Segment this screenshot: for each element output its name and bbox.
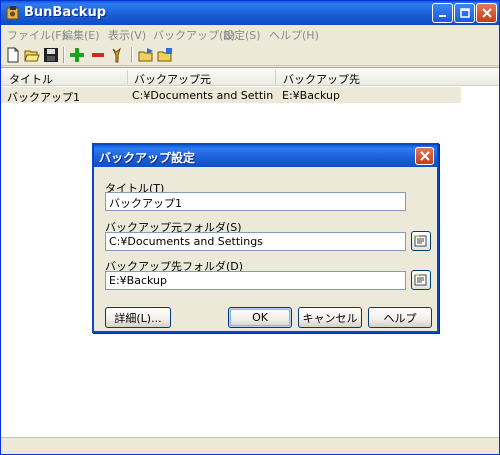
column-destination[interactable]: バックアップ先	[283, 71, 360, 87]
menu-bar: ファイル(F) 編集(E) 表示(V) バックアップ(B) 設定(S) ヘルプ(…	[1, 25, 499, 44]
dialog-title: バックアップ設定	[99, 151, 196, 165]
row-title: バックアップ1	[7, 91, 80, 104]
destination-browse-button[interactable]	[411, 270, 431, 290]
close-icon	[481, 8, 492, 18]
toolbar	[1, 44, 499, 66]
folder-browse-icon	[414, 274, 427, 286]
menu-help[interactable]: ヘルプ(H)	[269, 27, 319, 43]
close-icon	[419, 151, 430, 161]
window-title: BunBackup	[24, 5, 107, 20]
destination-folder-field[interactable]: E:¥Backup	[105, 271, 406, 290]
list-header: タイトル バックアップ元 バックアップ先	[1, 68, 499, 86]
column-divider[interactable]	[275, 70, 276, 84]
add-icon[interactable]	[69, 47, 85, 63]
row-destination: E:¥Backup	[282, 89, 340, 102]
table-row[interactable]: バックアップ1 C:¥Documents and Setting... E:¥B…	[1, 87, 461, 104]
menu-edit[interactable]: 編集(E)	[62, 27, 100, 43]
source-browse-button[interactable]	[411, 231, 431, 251]
backup-folder-icon[interactable]	[157, 47, 173, 63]
maximize-button[interactable]	[454, 3, 475, 23]
toolbar-separator	[131, 47, 133, 63]
properties-icon[interactable]	[110, 47, 126, 63]
dialog-title-bar[interactable]: バックアップ設定	[94, 145, 437, 167]
column-divider[interactable]	[127, 70, 128, 84]
details-button[interactable]: 詳細(L)...	[105, 307, 171, 328]
backup-run-icon[interactable]	[138, 47, 154, 63]
open-folder-icon[interactable]	[24, 47, 40, 63]
column-title[interactable]: タイトル	[9, 71, 53, 87]
toolbar-separator	[63, 47, 65, 63]
save-icon[interactable]	[43, 47, 59, 63]
folder-browse-icon	[414, 235, 427, 247]
cancel-button[interactable]: キャンセル	[298, 307, 362, 328]
backup-settings-dialog: バックアップ設定 タイトル(T) バックアップ1 バックアップ元フォルダ(S) …	[92, 143, 439, 333]
minimize-icon	[438, 15, 446, 17]
new-file-icon[interactable]	[5, 47, 21, 63]
title-bar[interactable]: BunBackup	[1, 1, 499, 25]
maximize-icon	[459, 8, 470, 18]
menu-settings[interactable]: 設定(S)	[223, 27, 261, 43]
ok-button[interactable]: OK	[228, 307, 292, 328]
row-source: C:¥Documents and Setting...	[132, 89, 274, 102]
menu-view[interactable]: 表示(V)	[108, 27, 146, 43]
dialog-close-button[interactable]	[415, 147, 434, 165]
app-icon	[5, 5, 21, 21]
status-bar	[1, 437, 499, 454]
title-field[interactable]: バックアップ1	[105, 192, 406, 211]
column-source[interactable]: バックアップ元	[134, 71, 211, 87]
close-button[interactable]	[476, 3, 497, 23]
menu-file[interactable]: ファイル(F)	[7, 27, 66, 43]
minimize-button[interactable]	[432, 3, 453, 23]
help-button[interactable]: ヘルプ	[368, 307, 432, 328]
source-folder-field[interactable]: C:¥Documents and Settings	[105, 232, 406, 251]
remove-icon[interactable]	[90, 47, 106, 63]
